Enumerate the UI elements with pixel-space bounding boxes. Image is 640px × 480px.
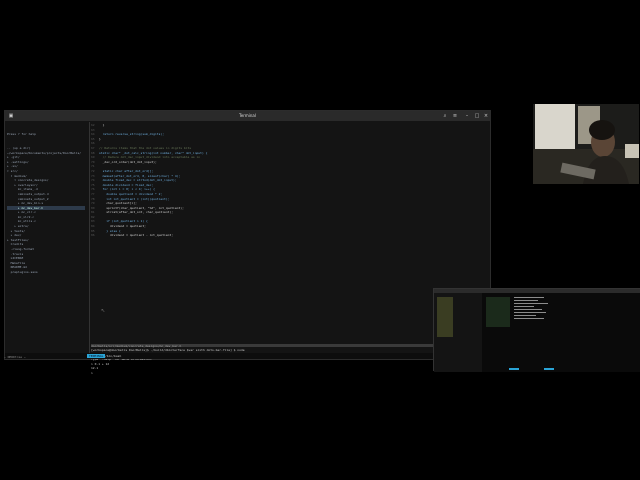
line-number: 86 (91, 233, 95, 238)
code-text: } (99, 136, 101, 141)
code-text: for (int i = 0; i < 4; i++) { (99, 187, 155, 192)
mode-badge: TERMINAL (87, 354, 106, 358)
menu-icon[interactable]: ≡ (452, 113, 458, 119)
shell-path: /bin/bash (105, 354, 122, 358)
code-text: sprintf(char_quotient, "%d", int_quotien… (99, 205, 184, 210)
code-text: dividend = quotient - int_quotient; (99, 233, 174, 238)
status-bar: TERMINAL /bin/bash (5, 353, 490, 359)
code-text: static char after_dot_ord[]; (99, 168, 154, 173)
search-icon[interactable]: ⌕ (442, 113, 448, 119)
tree-item[interactable]: preplugins.sans (7, 270, 85, 275)
split-divider[interactable] (89, 122, 90, 357)
file-tree[interactable]: Press ? for help .. (up a dir) ~/workspac… (7, 123, 85, 363)
close-icon[interactable]: × (483, 113, 489, 119)
code-text: static char* _dot_calc_string(int number… (99, 150, 208, 155)
bottom-status: ~ NERDtree ~ (4, 355, 26, 359)
mouse-pointer-icon: ↖ (101, 306, 106, 314)
window-titlebar[interactable]: ▣ Terminal ⌕ ≡ – □ × (5, 111, 490, 121)
terminal-line: > (91, 370, 93, 375)
code-text: _dec_ord_order(dot_dot_input); (99, 159, 157, 164)
code-text: double fixed_dec = strtod(dot_dot_input)… (99, 178, 177, 183)
code-text: // Returns items that the dot values in … (99, 145, 192, 150)
code-editor[interactable]: 62 } 63 64 return reverse_string(sum_digit… (91, 123, 489, 241)
code-text: double quotient = dividend * 2; (99, 191, 163, 196)
maximize-icon[interactable]: □ (474, 113, 480, 119)
code-text: memset(after_dot_ord, 0, sizeof(char) * … (99, 173, 181, 178)
window-title: Terminal (239, 113, 256, 118)
minimize-icon[interactable]: – (464, 113, 470, 119)
terminal-window: ▣ Terminal ⌕ ≡ – □ × Press ? for help ..… (4, 110, 491, 375)
terminal-pane[interactable]: [workspace@doorbells DoorBells]$ ./build… (91, 348, 489, 448)
code-text: // Reduce dot_dec_input_dividend into ac… (99, 155, 201, 160)
webcam-image (533, 104, 639, 184)
code-text: strcat(after_dot_ord, char_quotient); (99, 210, 174, 215)
webcam-feed (533, 104, 639, 184)
code-text: if (int_quotient > 1) { (99, 219, 148, 224)
code-line[interactable]: 86 dividend = quotient - int_quotient; (91, 233, 489, 238)
code-text: } else { (99, 228, 121, 233)
code-text: } (99, 123, 105, 127)
code-text: double dividend = fixed_dec; (99, 182, 154, 187)
preview-image (434, 289, 640, 372)
screen-preview-thumbnail[interactable] (433, 288, 640, 372)
code-text: int int_quotient = (int)(quotient); (99, 196, 170, 201)
tree-items[interactable]: .. (up a dir) ~/workspace/Documents/proje… (7, 146, 85, 275)
code-text: dividend = quotient; (99, 224, 146, 229)
editor-statusline: doorbells/src/medium/concrete_designs/mc… (91, 344, 491, 348)
code-text: return reverse_string(sum_digits); (99, 132, 165, 137)
tree-header: Press ? for help (7, 132, 36, 137)
code-text: char_quotient[i]; (99, 201, 137, 206)
